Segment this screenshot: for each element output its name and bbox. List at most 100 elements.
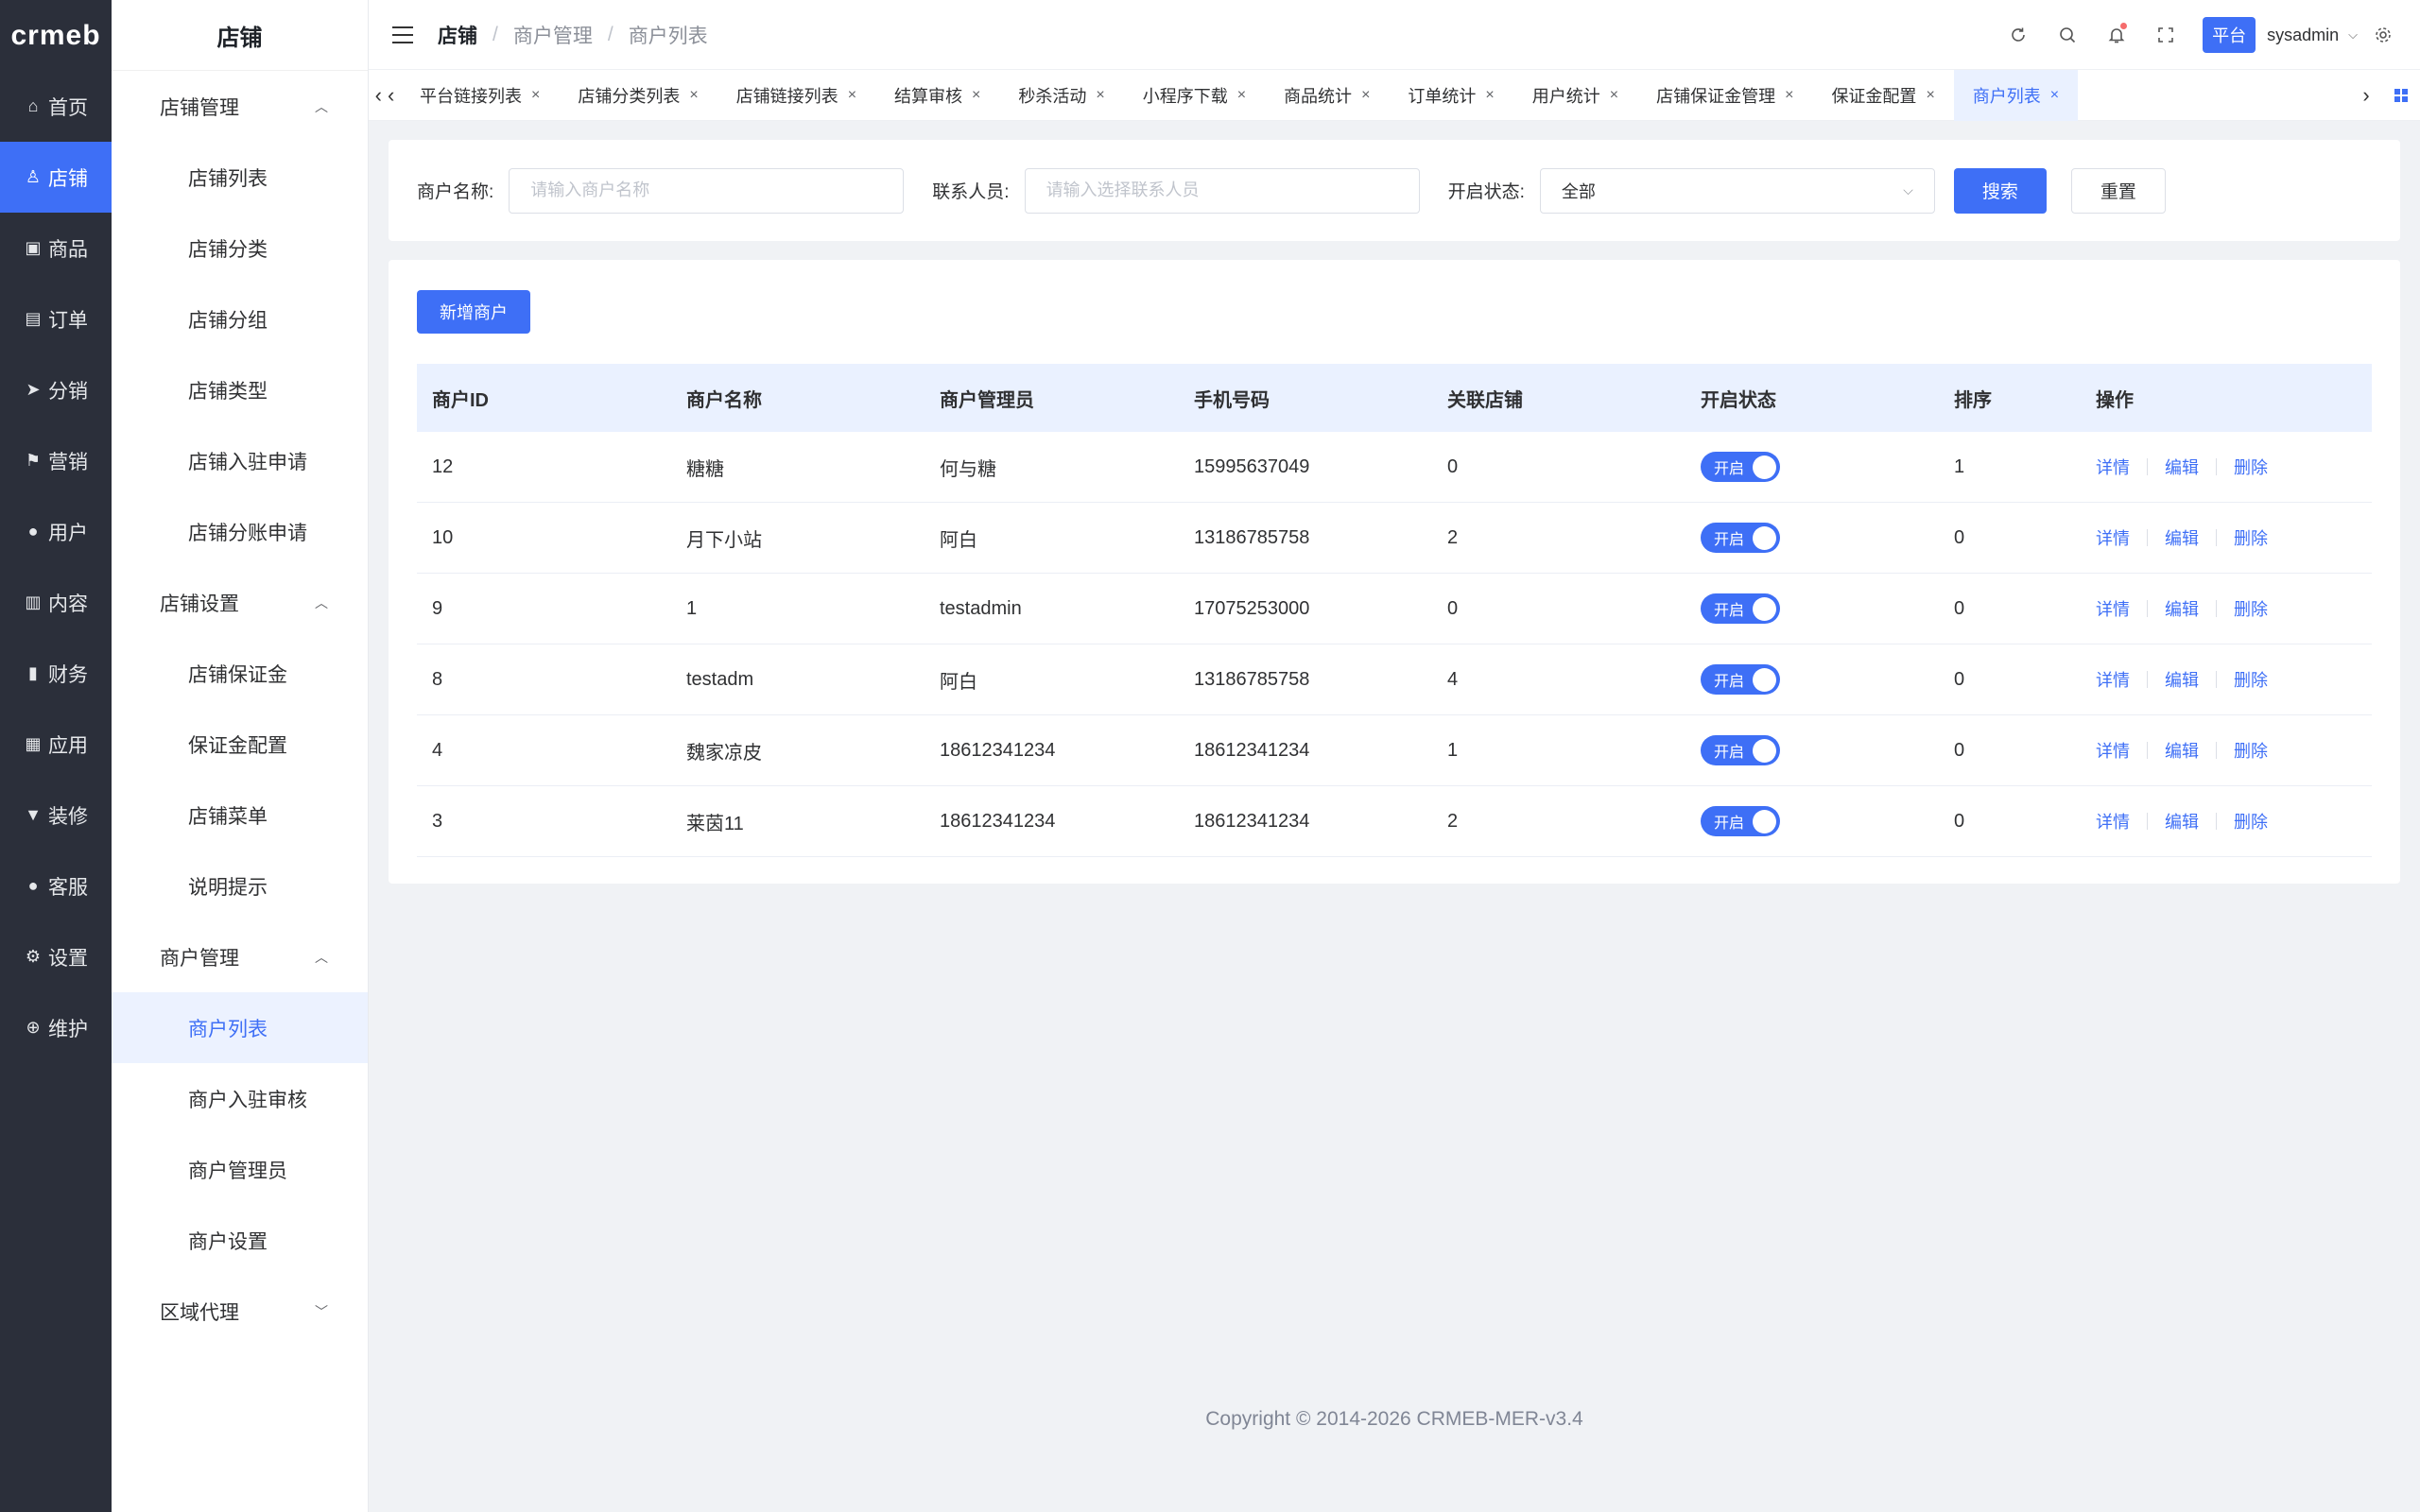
detail-link[interactable]: 详情 [2096,455,2130,479]
sidebar-group[interactable]: 店铺管理 ︿ [112,71,368,142]
status-select[interactable]: 全部 ⌵ [1539,167,1935,214]
rail-item[interactable]: ▮ 财务 [0,638,112,709]
sidebar-item[interactable]: 商户入驻审核 [112,1063,368,1134]
sidebar-group[interactable]: 店铺设置 ︿ [112,567,368,638]
status-toggle[interactable]: 开启 [1701,452,1780,482]
delete-link[interactable]: 删除 [2234,525,2268,550]
tab[interactable]: 用户统计 × [1513,70,1637,121]
contact-input[interactable] [1024,167,1420,214]
tab[interactable]: 结算审核 × [875,70,999,121]
sidebar-item[interactable]: 商户管理员 [112,1134,368,1205]
detail-link[interactable]: 详情 [2096,525,2130,550]
rail-item[interactable]: ⌂ 首页 [0,71,112,142]
username[interactable]: sysadmin [2267,26,2339,45]
refresh-icon[interactable] [2006,23,2031,47]
search-button[interactable]: 搜索 [1953,167,2047,214]
rail-item[interactable]: ⚙ 设置 [0,921,112,992]
edit-link[interactable]: 编辑 [2165,667,2199,692]
tab[interactable]: 商户列表 × [1953,69,2079,121]
notification-bell-icon[interactable] [2104,23,2129,47]
detail-link[interactable]: 详情 [2096,738,2130,763]
tab[interactable]: 秒杀活动 × [999,70,1123,121]
rail-item[interactable]: ➤ 分销 [0,354,112,425]
close-icon[interactable]: × [972,87,980,104]
status-toggle[interactable]: 开启 [1701,735,1780,765]
tab[interactable]: 店铺分类列表 × [559,70,717,121]
sidebar-item[interactable]: 店铺类型 [112,354,368,425]
close-icon[interactable]: × [1096,87,1104,104]
breadcrumb-item-store[interactable]: 店铺 [438,21,477,49]
rail-item[interactable]: ⊕ 维护 [0,992,112,1063]
sidebar-item[interactable]: 店铺分账申请 [112,496,368,567]
edit-link[interactable]: 编辑 [2165,809,2199,833]
status-toggle[interactable]: 开启 [1701,806,1780,836]
close-icon[interactable]: × [848,87,856,104]
sidebar-item[interactable]: 店铺分组 [112,284,368,354]
close-icon[interactable]: × [1361,87,1370,104]
tab[interactable]: 平台链接列表 × [401,70,559,121]
close-icon[interactable]: × [1237,87,1246,104]
sidebar-item[interactable]: 店铺入驻申请 [112,425,368,496]
sidebar-group[interactable]: 区域代理 ﹀ [112,1276,368,1347]
delete-link[interactable]: 删除 [2234,667,2268,692]
edit-link[interactable]: 编辑 [2165,596,2199,621]
close-icon[interactable]: × [1926,87,1934,104]
edit-link[interactable]: 编辑 [2165,738,2199,763]
chevron-down-icon[interactable]: ⌵ [2348,27,2358,43]
sidebar-item[interactable]: 店铺菜单 [112,780,368,850]
tab[interactable]: 保证金配置 × [1812,70,1953,121]
delete-link[interactable]: 删除 [2234,596,2268,621]
tabs-menu-grid-icon[interactable] [2382,88,2420,103]
close-icon[interactable]: × [1485,87,1494,104]
close-icon[interactable]: × [531,87,540,104]
detail-link[interactable]: 详情 [2096,596,2130,621]
close-icon[interactable]: × [2050,87,2059,104]
sidebar-item[interactable]: 店铺分类 [112,213,368,284]
rail-item[interactable]: ♙ 店铺 [0,142,112,213]
add-merchant-button[interactable]: 新增商户 [417,290,530,334]
menu-toggle-icon[interactable] [392,26,413,43]
sidebar-item[interactable]: 商户设置 [112,1205,368,1276]
close-icon[interactable]: × [689,87,698,104]
tab[interactable]: 店铺保证金管理 × [1637,70,1812,121]
sidebar-item[interactable]: 保证金配置 [112,709,368,780]
rail-item[interactable]: ▥ 内容 [0,567,112,638]
rail-item[interactable]: ▼ 装修 [0,780,112,850]
delete-link[interactable]: 删除 [2234,809,2268,833]
tab[interactable]: 小程序下载 × [1124,70,1265,121]
tabs-scroll-right-icon[interactable]: › [2350,83,2382,108]
close-icon[interactable]: × [1610,87,1618,104]
delete-link[interactable]: 删除 [2234,738,2268,763]
breadcrumb-item-merchant-management[interactable]: 商户管理 [513,21,593,49]
sidebar-item[interactable]: 商户列表 [112,992,368,1063]
sidebar-item[interactable]: 店铺保证金 [112,638,368,709]
sidebar-item[interactable]: 说明提示 [112,850,368,921]
rail-item[interactable]: ● 客服 [0,850,112,921]
edit-link[interactable]: 编辑 [2165,455,2199,479]
edit-link[interactable]: 编辑 [2165,525,2199,550]
tab[interactable]: 订单统计 × [1389,70,1512,121]
rail-item[interactable]: ⚑ 营销 [0,425,112,496]
tab[interactable]: 店铺链接列表 × [717,70,875,121]
search-icon[interactable] [2055,23,2080,47]
status-toggle[interactable]: 开启 [1701,593,1780,624]
status-toggle[interactable]: 开启 [1701,523,1780,553]
fullscreen-icon[interactable] [2153,23,2178,47]
sidebar-item[interactable]: 店铺列表 [112,142,368,213]
rail-item[interactable]: ▤ 订单 [0,284,112,354]
detail-link[interactable]: 详情 [2096,809,2130,833]
platform-badge[interactable]: 平台 [2203,17,2256,53]
settings-gear-icon[interactable] [2371,23,2395,47]
reset-button[interactable]: 重置 [2070,167,2166,214]
tab[interactable]: 商品统计 × [1265,70,1389,121]
detail-link[interactable]: 详情 [2096,667,2130,692]
tabs-scroll-left-icon[interactable]: ‹ ‹ [369,83,401,108]
close-icon[interactable]: × [1785,87,1793,104]
merchant-name-input[interactable] [509,167,905,214]
status-toggle[interactable]: 开启 [1701,664,1780,695]
sidebar-group[interactable]: 商户管理 ︿ [112,921,368,992]
delete-link[interactable]: 删除 [2234,455,2268,479]
rail-item[interactable]: ▦ 应用 [0,709,112,780]
rail-item[interactable]: ▣ 商品 [0,213,112,284]
rail-item[interactable]: ● 用户 [0,496,112,567]
